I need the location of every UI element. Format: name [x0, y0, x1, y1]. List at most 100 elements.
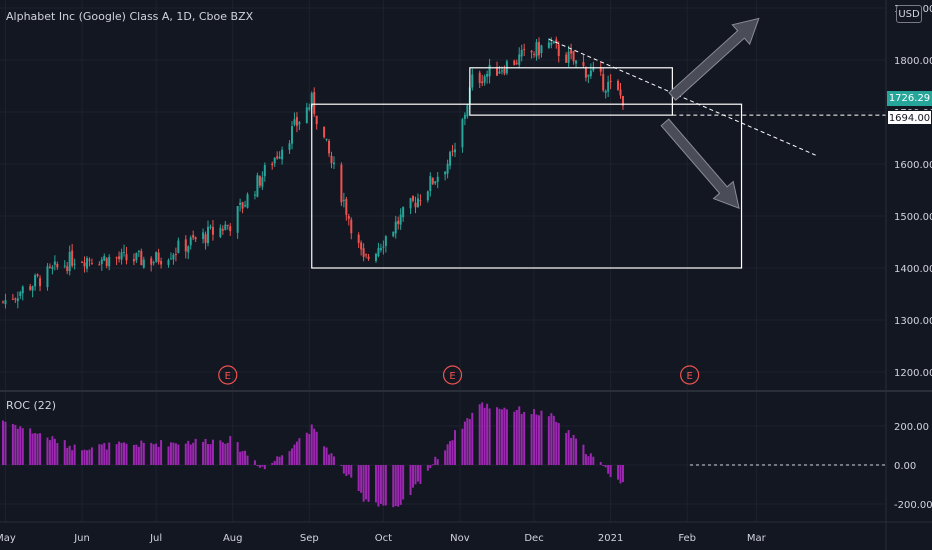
- candle[interactable]: [587, 74, 590, 77]
- candle[interactable]: [98, 264, 101, 266]
- roc-bar[interactable]: [357, 465, 360, 492]
- candle[interactable]: [21, 286, 24, 294]
- roc-bar[interactable]: [194, 438, 197, 465]
- roc-bar[interactable]: [505, 409, 508, 465]
- roc-bar[interactable]: [273, 460, 276, 465]
- roc-bar[interactable]: [599, 461, 602, 465]
- roc-bar[interactable]: [572, 434, 575, 465]
- candle[interactable]: [39, 278, 42, 287]
- candle[interactable]: [399, 214, 402, 225]
- candle[interactable]: [604, 90, 607, 93]
- candle[interactable]: [360, 242, 363, 250]
- candle[interactable]: [315, 115, 318, 125]
- roc-bar[interactable]: [108, 442, 111, 465]
- roc-bar[interactable]: [246, 455, 249, 465]
- candle[interactable]: [192, 235, 195, 238]
- roc-bar[interactable]: [621, 465, 624, 483]
- roc-bar[interactable]: [454, 430, 457, 465]
- roc-bar[interactable]: [118, 441, 121, 465]
- candle[interactable]: [367, 256, 370, 260]
- candle[interactable]: [150, 258, 153, 265]
- roc-bar[interactable]: [332, 456, 335, 465]
- roc-bar[interactable]: [399, 465, 402, 505]
- roc-bar[interactable]: [241, 451, 244, 465]
- roc-bar[interactable]: [481, 402, 484, 465]
- candle[interactable]: [466, 105, 469, 117]
- roc-bar[interactable]: [330, 453, 333, 465]
- roc-bar[interactable]: [4, 421, 7, 465]
- roc-bar[interactable]: [288, 451, 291, 465]
- roc-bar[interactable]: [325, 447, 328, 465]
- roc-bar[interactable]: [221, 442, 224, 465]
- candle[interactable]: [402, 207, 405, 218]
- roc-bar[interactable]: [192, 442, 195, 465]
- candle[interactable]: [239, 202, 242, 205]
- candle[interactable]: [377, 247, 380, 256]
- candle[interactable]: [572, 51, 575, 62]
- candle[interactable]: [444, 171, 447, 175]
- roc-bar[interactable]: [160, 440, 163, 465]
- roc-bar[interactable]: [607, 465, 610, 474]
- candle[interactable]: [132, 259, 135, 262]
- candle[interactable]: [523, 49, 526, 51]
- candle[interactable]: [397, 220, 400, 225]
- candle[interactable]: [90, 263, 93, 265]
- candle[interactable]: [416, 198, 419, 208]
- candle[interactable]: [16, 298, 19, 302]
- roc-bar[interactable]: [21, 428, 24, 465]
- candle[interactable]: [244, 205, 247, 207]
- candle[interactable]: [328, 140, 331, 154]
- roc-bar[interactable]: [328, 454, 331, 465]
- candle[interactable]: [392, 231, 395, 237]
- candle[interactable]: [189, 237, 192, 246]
- roc-bar[interactable]: [402, 465, 405, 500]
- roc-bar[interactable]: [530, 414, 533, 465]
- roc-bar[interactable]: [34, 433, 37, 465]
- candle[interactable]: [36, 274, 39, 276]
- roc-bar[interactable]: [429, 465, 432, 469]
- roc-bar[interactable]: [451, 440, 454, 465]
- candle[interactable]: [535, 42, 538, 57]
- currency-button[interactable]: USD: [896, 5, 922, 23]
- roc-bar[interactable]: [434, 456, 437, 465]
- roc-bar[interactable]: [409, 465, 412, 496]
- roc-bar[interactable]: [540, 410, 543, 465]
- symbol-title[interactable]: Alphabet Inc (Google) Class A, 1D, Cboe …: [6, 10, 253, 23]
- roc-bar[interactable]: [537, 415, 540, 465]
- roc-bar[interactable]: [83, 449, 86, 465]
- candle[interactable]: [434, 181, 437, 184]
- candle[interactable]: [607, 82, 610, 92]
- roc-bar[interactable]: [187, 440, 190, 465]
- candle[interactable]: [207, 226, 210, 244]
- roc-bar[interactable]: [236, 442, 239, 465]
- candle[interactable]: [305, 107, 308, 123]
- candle[interactable]: [308, 107, 311, 110]
- candle[interactable]: [565, 54, 568, 63]
- roc-bar[interactable]: [132, 444, 135, 465]
- roc-bar[interactable]: [135, 444, 138, 465]
- candle[interactable]: [454, 149, 457, 153]
- candle[interactable]: [108, 256, 111, 267]
- roc-bar[interactable]: [426, 465, 429, 471]
- roc-bar[interactable]: [125, 443, 128, 465]
- roc-bar[interactable]: [103, 443, 106, 465]
- candle[interactable]: [226, 224, 229, 226]
- roc-bar[interactable]: [500, 409, 503, 465]
- candle[interactable]: [202, 232, 205, 240]
- roc-bar[interactable]: [39, 433, 42, 465]
- candle[interactable]: [174, 254, 177, 256]
- candle[interactable]: [142, 259, 145, 268]
- candle[interactable]: [14, 298, 17, 300]
- candle[interactable]: [261, 177, 264, 187]
- roc-bar[interactable]: [513, 411, 516, 465]
- roc-bar[interactable]: [518, 406, 521, 465]
- roc-bar[interactable]: [555, 421, 558, 465]
- candle[interactable]: [2, 301, 4, 303]
- candle[interactable]: [253, 194, 256, 196]
- candle[interactable]: [584, 67, 587, 78]
- roc-bar[interactable]: [290, 448, 293, 465]
- roc-bar[interactable]: [157, 446, 160, 465]
- candle[interactable]: [486, 73, 489, 77]
- roc-bar[interactable]: [582, 444, 585, 465]
- candle[interactable]: [123, 251, 126, 253]
